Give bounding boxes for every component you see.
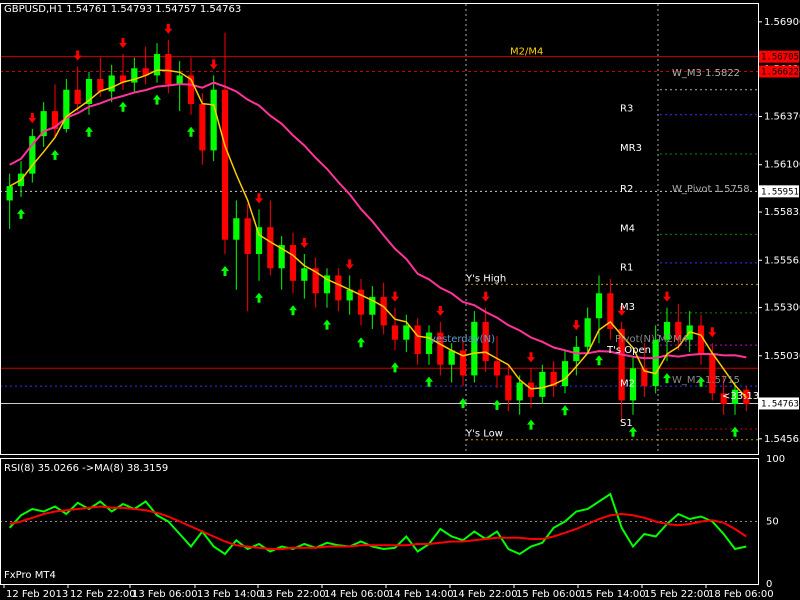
- price-tick-label: 1.56900: [764, 17, 800, 28]
- level-label: S1: [620, 418, 633, 429]
- price-axis-bg: [759, 0, 800, 600]
- candle-body: [380, 296, 387, 326]
- time-tick-label: 12 Feb 22:00: [70, 589, 136, 600]
- rsi-tick-label: 50: [766, 517, 779, 528]
- candle-body: [210, 89, 217, 151]
- candle-body: [493, 361, 501, 376]
- time-tick-label: 15 Feb 14:00: [580, 589, 646, 600]
- price-tag-label: 1.56622: [761, 68, 799, 78]
- price-tick-label: 1.56100: [764, 160, 800, 171]
- level-label: M2: [620, 379, 635, 390]
- candle-body: [709, 354, 716, 394]
- candle-body: [176, 75, 183, 85]
- level-label: W_M2 1.5715: [672, 375, 740, 386]
- indicator-info: RSI(8) 35.0266 ->MA(8) 38.3159: [4, 463, 168, 474]
- level-label: M2/M4: [510, 47, 543, 58]
- candle-body: [233, 218, 240, 240]
- time-tick-label: 18 Feb 06:00: [708, 589, 774, 600]
- candle-body: [108, 75, 115, 92]
- time-tick-label: 15 Feb 22:00: [644, 589, 710, 600]
- level-label: W_M3 1.5822: [672, 68, 740, 79]
- candle-body: [505, 375, 512, 401]
- time-tick-label: 13 Feb 06:00: [132, 589, 198, 600]
- candle-body: [6, 186, 13, 201]
- candle-body: [448, 350, 455, 365]
- level-label: <33:13: [722, 391, 759, 402]
- candle-body: [539, 371, 546, 397]
- level-label: M3: [620, 302, 635, 313]
- candle-body: [652, 339, 659, 387]
- candle-body: [165, 54, 172, 85]
- time-tick-label: 13 Feb 22:00: [260, 589, 326, 600]
- candle-body: [391, 325, 399, 340]
- candle-body: [63, 89, 70, 129]
- candle-body: [403, 325, 410, 340]
- level-label: MR3: [620, 143, 642, 154]
- level-label: R2: [620, 184, 633, 195]
- symbol-info: GBPUSD,H1 1.54761 1.54793 1.54757 1.5476…: [4, 4, 241, 15]
- level-label: T's Open: [606, 345, 651, 356]
- time-tick-label: 12 Feb 2013: [6, 589, 68, 600]
- time-tick-label: 13 Feb 14:00: [197, 589, 263, 600]
- price-tick-label: 1.56370: [764, 112, 800, 123]
- level-label: R3: [620, 104, 633, 115]
- candle-body: [584, 318, 591, 347]
- price-tick-label: 1.55300: [764, 303, 800, 314]
- price-tag-label: 1.56705: [761, 53, 799, 63]
- price-tick-label: 1.55835: [764, 207, 800, 218]
- time-tick-label: 14 Feb 22:00: [452, 589, 518, 600]
- candle-body: [221, 89, 229, 240]
- time-tick-label: 14 Feb 14:00: [388, 589, 454, 600]
- candle-body: [255, 227, 263, 254]
- candle-body: [301, 268, 308, 281]
- candle-body: [74, 89, 81, 104]
- price-tick-label: 1.54565: [764, 434, 800, 445]
- price-tag-label: 1.54763: [761, 399, 799, 409]
- candle-body: [527, 382, 535, 397]
- candle-body: [267, 227, 274, 269]
- level-label: M4: [620, 223, 635, 234]
- price-tick-label: 1.55030: [764, 351, 800, 362]
- candle-body: [289, 245, 297, 281]
- price-tick-label: 1.55565: [764, 255, 800, 266]
- candle-body: [595, 293, 603, 319]
- chart-root: M2/M4 W_M3 1.5822 R3 MR3 R2 W_Pivot 1.5758 M4 R…: [0, 0, 800, 600]
- candle-body: [244, 218, 251, 254]
- time-tick-label: 14 Feb 06:00: [324, 589, 390, 600]
- candle-body: [153, 54, 161, 76]
- broker-label: FxPro MT4: [4, 570, 56, 581]
- candle-body: [561, 361, 569, 387]
- candle-body: [414, 325, 421, 354]
- level-label: Pivot(N) M2M4: [615, 334, 688, 345]
- candle-body: [516, 382, 523, 401]
- level-label: Y's High: [465, 273, 506, 284]
- level-label: W_Pivot 1.5758: [672, 184, 750, 195]
- level-label: R1: [620, 263, 633, 274]
- candle-body: [471, 321, 478, 376]
- level-label: yesterday(N): [430, 334, 495, 345]
- time-tick-label: 15 Feb 06:00: [516, 589, 582, 600]
- candle-body: [335, 275, 342, 301]
- level-label: Y's Low: [465, 429, 503, 440]
- rsi-tick-label: 100: [766, 454, 785, 465]
- candle-body: [199, 104, 206, 151]
- price-tag-label: 1.55951: [761, 187, 799, 197]
